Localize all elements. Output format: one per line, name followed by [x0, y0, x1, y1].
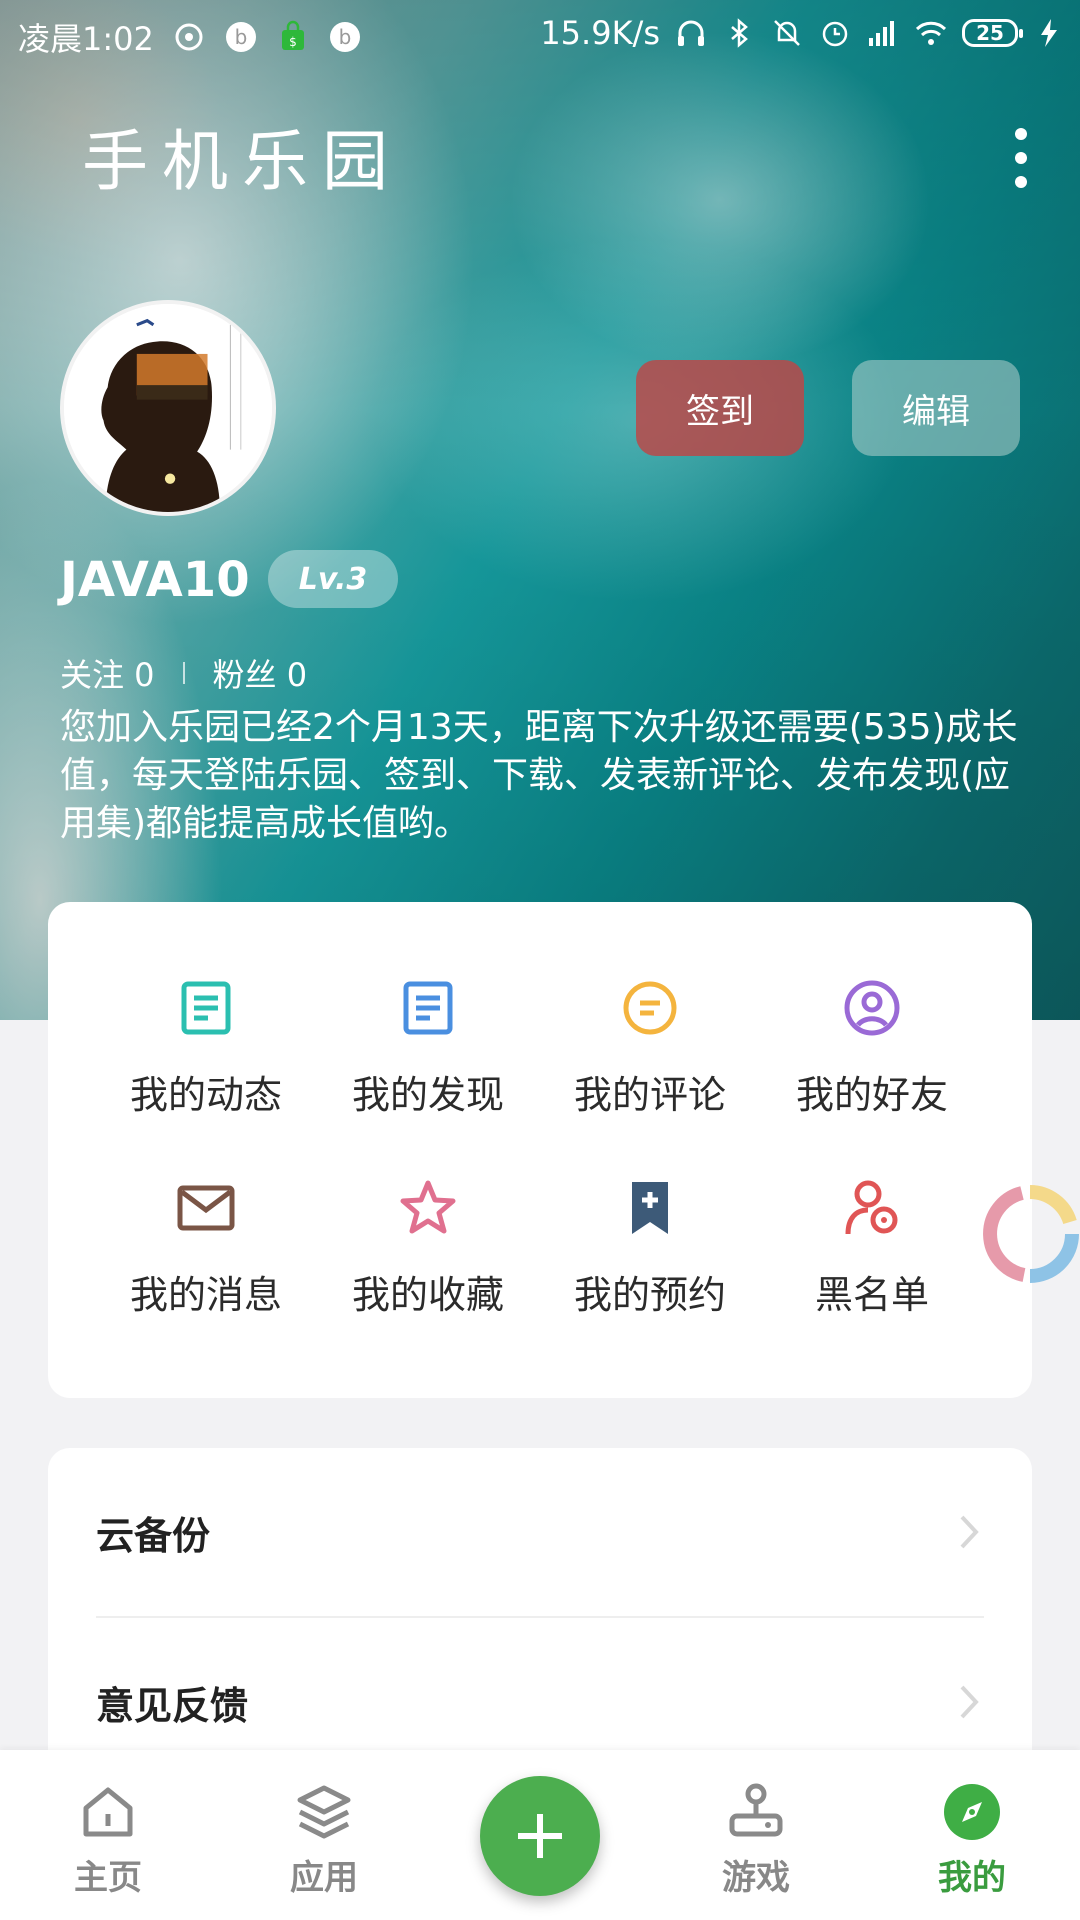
followers-count[interactable]: 粉丝 0: [213, 650, 308, 696]
grid-item-my-friends[interactable]: 我的好友: [762, 978, 982, 1119]
grid-item-my-comments[interactable]: 我的评论: [540, 978, 760, 1119]
list-item-cloud-backup[interactable]: 云备份: [96, 1448, 984, 1616]
avatar[interactable]: [60, 300, 276, 516]
stats-divider: [182, 662, 185, 684]
svg-text:b: b: [235, 25, 248, 49]
grid-item-my-messages[interactable]: 我的消息: [96, 1178, 316, 1319]
level-badge: Lv.3: [268, 550, 398, 608]
app-title: 手机乐园: [82, 123, 402, 200]
grid-item-my-discoveries[interactable]: 我的发现: [318, 978, 538, 1119]
growth-description: 您加入乐园已经2个月13天，距离下次升级还需要(535)成长值，每天登陆乐园、签…: [60, 707, 1018, 844]
home-icon: [83, 1787, 133, 1837]
network-speed: 15.9K/s: [540, 14, 660, 52]
grid-item-label: 我的评论: [573, 1073, 726, 1117]
more-dot-icon: [1015, 176, 1027, 188]
add-button[interactable]: [480, 1776, 600, 1896]
battery-indicator: 25: [962, 19, 1023, 47]
nav-label: 主页: [74, 1858, 142, 1898]
layers-icon: [297, 1785, 351, 1839]
status-bar: 凌晨1:02 b $ b 15.9K/s 25: [0, 0, 1080, 72]
wifi-icon: [914, 16, 948, 50]
friend-icon: [844, 980, 900, 1036]
grid-item-blacklist[interactable]: 黑名单: [762, 1178, 982, 1319]
joystick-icon: [729, 1783, 783, 1837]
more-dot-icon: [1015, 152, 1027, 164]
nav-games[interactable]: 游戏: [686, 1780, 826, 1899]
follow-stats: 关注 0 粉丝 0: [60, 650, 307, 696]
more-dot-icon: [1015, 128, 1027, 140]
bookmark-icon: [632, 1182, 668, 1234]
list-item-label: 意见反馈: [96, 1683, 249, 1728]
nav-label: 我的: [938, 1858, 1006, 1898]
netease-music-icon: [172, 20, 206, 54]
grid-item-label: 我的动态: [129, 1073, 282, 1117]
grid-item-my-reservations[interactable]: 我的预约: [540, 1178, 760, 1319]
feature-grid-card: 我的动态 我的发现 我的评论 我的好友 我的消息 我的收藏 我的预约 黑名单: [48, 902, 1032, 1398]
grid-item-label: 我的收藏: [351, 1273, 504, 1317]
signal-icon: [866, 16, 900, 50]
discover-icon: [403, 981, 453, 1035]
edit-profile-button[interactable]: 编辑: [852, 360, 1020, 456]
headphones-icon: [674, 16, 708, 50]
chevron-right-icon: [960, 1685, 979, 1719]
shopping-bag-icon: $: [276, 20, 310, 54]
grid-item-label: 我的预约: [573, 1273, 726, 1317]
grid-item-label: 我的发现: [351, 1073, 504, 1117]
bluetooth-icon: [722, 16, 756, 50]
status-time: 凌晨1:02: [18, 20, 154, 58]
nav-label: 应用: [290, 1858, 358, 1898]
nav-mine[interactable]: 我的: [902, 1780, 1042, 1899]
grid-item-label: 我的好友: [795, 1073, 948, 1117]
mail-icon: [177, 1185, 235, 1231]
bilibili-icon: b: [224, 20, 258, 54]
mute-bell-icon: [770, 16, 804, 50]
username: JAVA10: [60, 552, 250, 608]
charging-icon: [1032, 16, 1066, 50]
star-icon: [400, 1180, 456, 1234]
grid-item-label: 我的消息: [129, 1273, 282, 1317]
bilibili-icon-2: b: [328, 20, 362, 54]
plus-icon: [518, 1814, 562, 1858]
svg-text:$: $: [289, 35, 297, 49]
grid-item-my-favorites[interactable]: 我的收藏: [318, 1178, 538, 1319]
svg-text:b: b: [339, 25, 352, 49]
loading-spinner-icon[interactable]: [978, 1182, 1080, 1286]
nav-apps[interactable]: 应用: [254, 1780, 394, 1899]
grid-item-label: 黑名单: [814, 1273, 929, 1317]
alarm-icon: [818, 16, 852, 50]
following-count[interactable]: 关注 0: [60, 650, 155, 696]
list-item-label: 云备份: [96, 1513, 211, 1558]
nav-label: 游戏: [722, 1858, 790, 1898]
nav-home[interactable]: 主页: [38, 1780, 178, 1899]
more-options-button[interactable]: [1008, 128, 1034, 188]
compass-icon: [944, 1784, 1000, 1840]
grid-item-my-posts[interactable]: 我的动态: [96, 978, 316, 1119]
blacklist-icon: [845, 1180, 898, 1235]
document-icon: [181, 981, 231, 1035]
chevron-right-icon: [960, 1515, 979, 1549]
checkin-button[interactable]: 签到: [636, 360, 804, 456]
comment-icon: [623, 981, 677, 1035]
